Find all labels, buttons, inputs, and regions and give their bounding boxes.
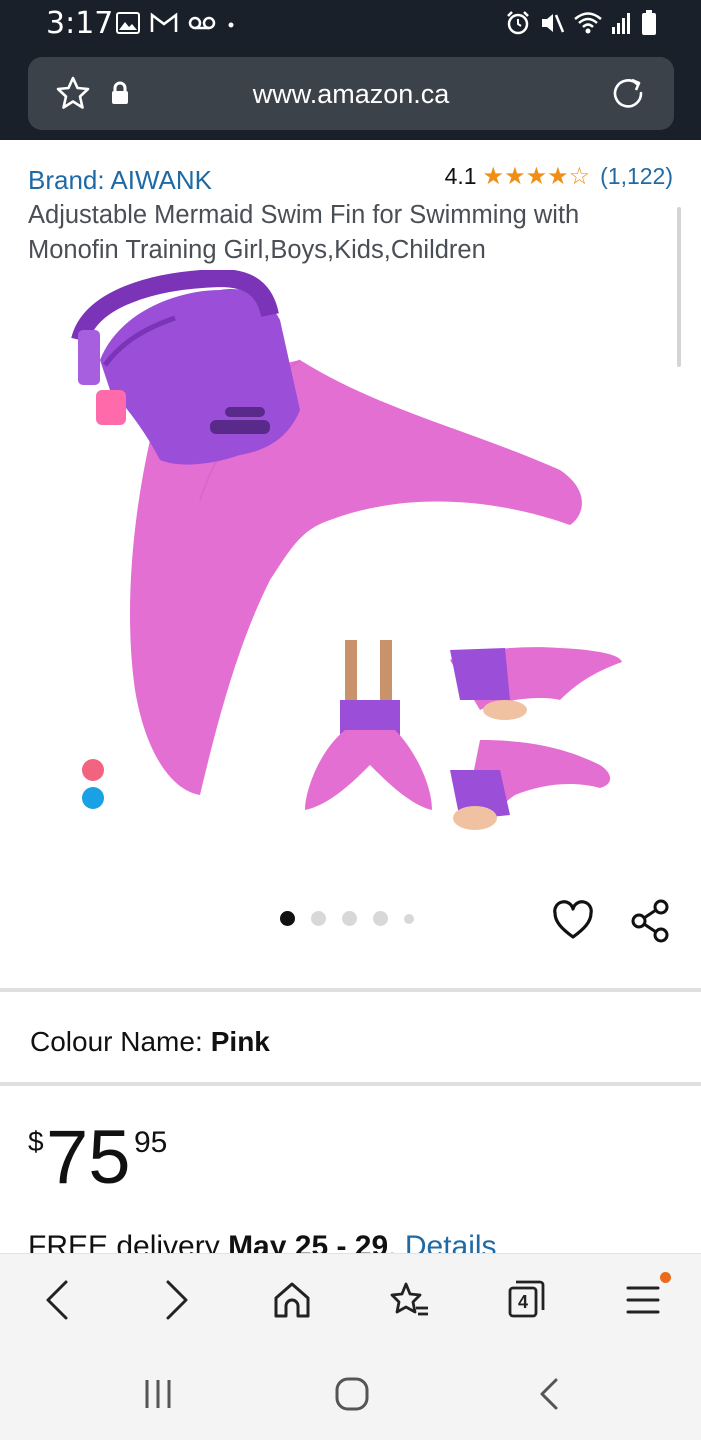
- browser-toolbar: www.amazon.ca: [0, 50, 701, 140]
- gmail-icon: [150, 12, 178, 32]
- mermaid-fin-image: [71, 268, 622, 830]
- wishlist-heart-icon[interactable]: [552, 900, 594, 942]
- rating-value: 4.1: [444, 163, 477, 189]
- menu-notification-badge: [660, 1272, 671, 1283]
- system-nav-bar: [0, 1348, 701, 1440]
- url-text[interactable]: www.amazon.ca: [28, 79, 674, 110]
- system-back-icon[interactable]: [536, 1376, 562, 1412]
- star-full-icon: ★: [482, 162, 505, 190]
- alarm-icon: [507, 11, 529, 35]
- carousel-dot[interactable]: [373, 911, 388, 926]
- carousel-dot[interactable]: [311, 911, 326, 926]
- carousel-dot-active[interactable]: [280, 911, 295, 926]
- share-icon[interactable]: [630, 898, 672, 944]
- brand-link[interactable]: Brand: AIWANK: [28, 165, 212, 196]
- browser-bottom-nav: 4: [0, 1253, 701, 1348]
- carousel-dots[interactable]: [280, 911, 414, 926]
- battery-icon: [642, 10, 656, 35]
- gallery-icon: [116, 12, 140, 34]
- back-icon[interactable]: [42, 1278, 72, 1322]
- product-image-carousel[interactable]: [0, 268, 701, 850]
- colour-value: Pink: [210, 1026, 270, 1057]
- status-notification-icons: [116, 12, 236, 34]
- price-whole: 75: [46, 1115, 131, 1200]
- rating-count-link[interactable]: (1,122): [600, 163, 673, 190]
- voicemail-icon: [188, 16, 216, 30]
- price-currency: $: [28, 1126, 44, 1157]
- section-divider: [0, 1082, 701, 1086]
- home-icon[interactable]: [272, 1278, 312, 1322]
- star-full-icon: ★: [504, 162, 526, 190]
- wifi-icon: [574, 12, 602, 34]
- status-bar: 3:17: [0, 0, 701, 50]
- bookmarks-icon[interactable]: [388, 1278, 430, 1322]
- recent-apps-icon[interactable]: [142, 1376, 174, 1412]
- price-fraction: 95: [134, 1126, 168, 1159]
- colour-selector[interactable]: Colour Name: Pink: [30, 1026, 270, 1058]
- status-system-icons: [505, 10, 657, 36]
- mute-icon: [542, 14, 565, 33]
- home-button-icon[interactable]: [334, 1376, 370, 1412]
- rating-summary[interactable]: 4.1 ★ ★ ★ ★ ☆ (1,122): [445, 163, 673, 190]
- reload-icon[interactable]: [610, 75, 646, 111]
- forward-icon[interactable]: [162, 1278, 192, 1322]
- star-full-icon: ★: [525, 162, 548, 190]
- menu-icon[interactable]: [626, 1278, 660, 1322]
- tab-count: 4: [518, 1292, 529, 1312]
- status-time: 3:17: [46, 6, 114, 41]
- carousel-dot[interactable]: [404, 913, 414, 924]
- carousel-dot[interactable]: [342, 911, 357, 926]
- star-empty-icon: ☆: [568, 162, 591, 190]
- tabs-button[interactable]: 4: [506, 1276, 546, 1325]
- section-divider: [0, 988, 701, 992]
- product-title: Adjustable Mermaid Swim Fin for Swimming…: [28, 201, 580, 264]
- colour-label: Colour Name:: [30, 1026, 203, 1057]
- signal-icon: [612, 13, 630, 34]
- dot-icon: [228, 22, 234, 28]
- rating-stars: ★ ★ ★ ★ ☆: [482, 162, 591, 190]
- star-full-icon: ★: [547, 162, 569, 190]
- amazon-product-page: 3:17 www.amazon.ca Brand: AIWANK 4.1 ★ ★…: [0, 0, 701, 1440]
- address-bar[interactable]: www.amazon.ca: [28, 57, 674, 130]
